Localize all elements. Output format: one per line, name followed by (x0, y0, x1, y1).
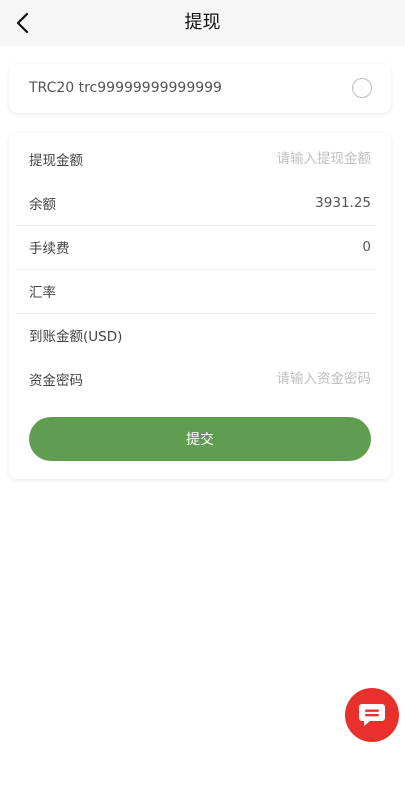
chat-button[interactable] (345, 688, 399, 742)
balance-label: 余额 (29, 197, 56, 213)
received-amount-label: 到账金额(USD) (29, 329, 123, 345)
withdraw-form-card: 提现金额 余额 3931.25 手续费 0 汇率 到账金额(USD) 资金密码 … (9, 133, 391, 479)
received-amount-row: 到账金额(USD) (29, 313, 371, 357)
fee-label: 手续费 (29, 241, 70, 257)
top-bar: 提现 (0, 0, 405, 46)
exchange-rate-label: 汇率 (29, 285, 56, 301)
withdraw-amount-row: 提现金额 (29, 137, 371, 181)
withdraw-amount-input[interactable] (191, 151, 371, 167)
fund-password-input[interactable] (191, 371, 371, 387)
address-radio-button[interactable] (352, 78, 372, 98)
exchange-rate-row: 汇率 (29, 269, 371, 313)
page-title: 提现 (184, 12, 221, 33)
fund-password-row: 资金密码 (29, 357, 371, 401)
chat-icon (359, 704, 385, 726)
balance-row: 余额 3931.25 (29, 181, 371, 225)
submit-button[interactable]: 提交 (29, 417, 371, 461)
balance-value: 3931.25 (315, 195, 371, 211)
fee-row: 手续费 0 (29, 225, 371, 269)
fee-value: 0 (362, 239, 371, 255)
withdraw-address-text: TRC20 trc99999999999999 (29, 80, 222, 96)
withdraw-amount-label: 提现金额 (29, 153, 83, 169)
fund-password-label: 资金密码 (29, 373, 83, 389)
withdraw-address-card[interactable]: TRC20 trc99999999999999 (9, 64, 391, 113)
